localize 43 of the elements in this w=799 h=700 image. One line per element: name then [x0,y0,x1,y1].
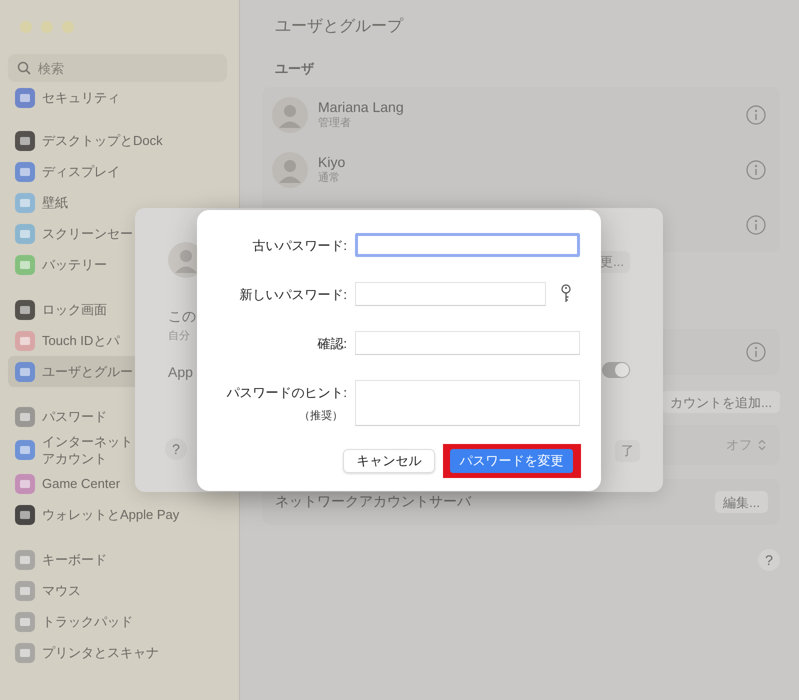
avatar [272,96,308,132]
user-role: 管理者 [318,116,352,130]
sidebar-item[interactable]: キーボード [8,544,227,575]
sidebar-item[interactable]: 壁紙 [8,187,227,218]
sidebar-item[interactable]: トラックパッド [8,606,227,637]
field-sublabel: （推奨） [299,409,343,423]
sidebar-item[interactable]: ウォレットとApple Pay [8,499,227,530]
password-field[interactable] [355,233,580,257]
info-icon[interactable] [746,342,766,362]
field-label: 古いパスワード: [252,237,347,255]
hint-field[interactable] [355,380,580,426]
field-label: パスワードのヒント: [226,384,347,402]
info-icon[interactable] [746,214,766,234]
toggle-switch[interactable] [602,362,630,378]
info-icon[interactable] [746,160,766,180]
cancel-button[interactable]: キャンセル [343,449,435,473]
help-button[interactable]: ? [758,549,780,571]
search-field[interactable]: 検索 [8,54,227,82]
key-icon[interactable] [561,284,571,304]
user-name: Kiyo [318,154,346,170]
add-account-button[interactable]: カウントを追加... [662,391,780,413]
description-subtext: 自分 [168,329,191,343]
sidebar-item[interactable]: デスクトップとDock [8,125,227,156]
help-button[interactable]: ? [165,438,187,460]
edit-button[interactable]: 編集... [715,491,768,513]
sidebar-item[interactable]: ディスプレイ [8,156,227,187]
network-server-label: ネットワークアカウントサーバ [275,493,471,511]
section-heading: ユーザ [274,60,316,78]
field-label: 確認: [317,335,347,353]
field-label: 新しいパスワード: [239,286,347,304]
avatar [272,152,308,188]
change-password-button[interactable]: パスワードを変更 [450,449,573,473]
sidebar-item[interactable]: マウス [8,575,227,606]
sidebar-item[interactable]: セキュリティ [8,82,227,113]
user-name: Mariana Lang [318,99,404,115]
setting-label: App [168,364,194,380]
info-icon[interactable] [746,104,766,124]
sidebar-item[interactable]: プリンタとスキャナ [8,637,227,668]
done-button[interactable]: 了 [615,440,640,462]
user-role: 通常 [318,170,341,185]
description-text: この [168,308,197,326]
page-title: ユーザとグループ [274,17,404,37]
chevron-icon [758,439,766,451]
